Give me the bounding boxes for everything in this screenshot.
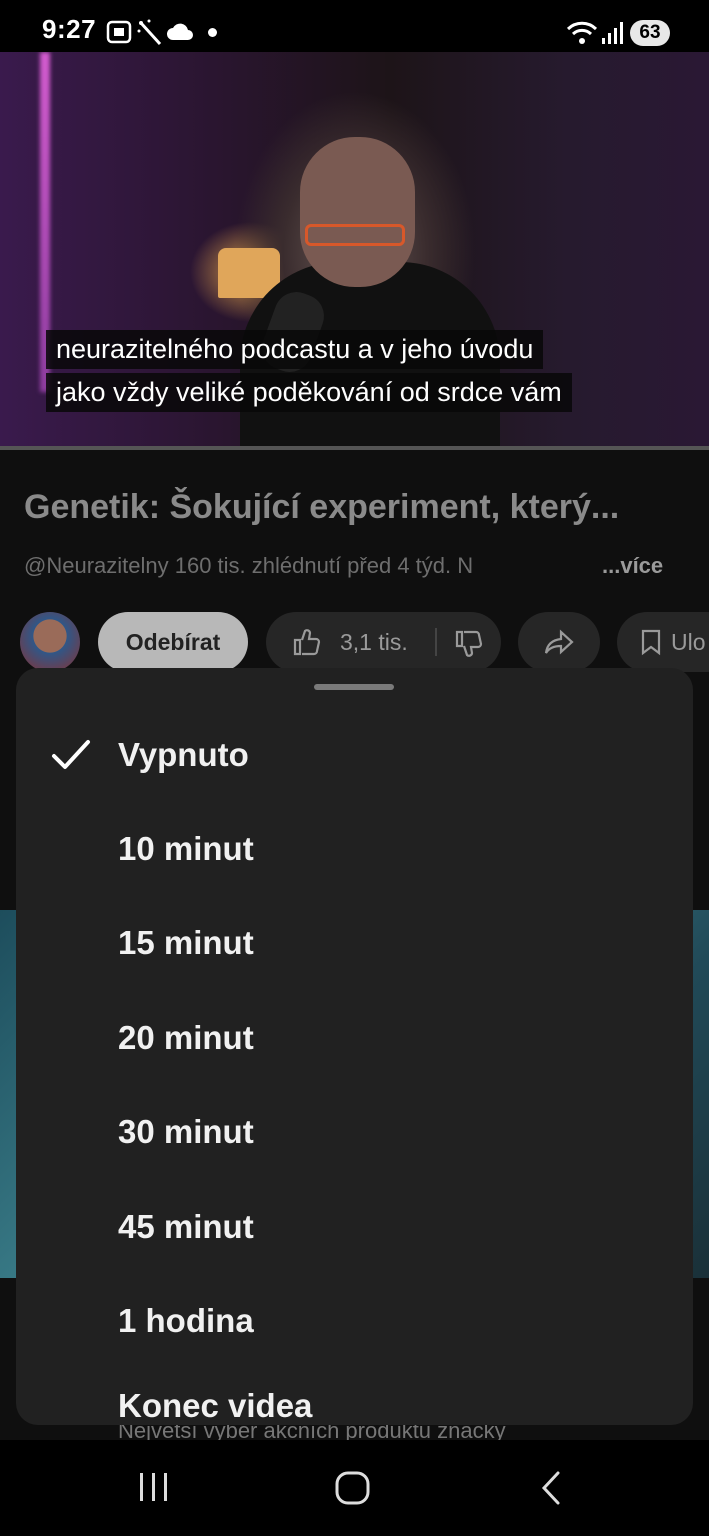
video-progress-bar[interactable]	[0, 446, 709, 450]
recent-apps-icon[interactable]	[136, 1470, 172, 1504]
share-button[interactable]	[518, 612, 600, 672]
wifi-icon	[566, 21, 598, 44]
checkmark-icon	[52, 740, 90, 769]
caption-line-2: jako vždy veliké poděkování od srdce vám	[46, 373, 572, 412]
option-label: 10 minut	[118, 830, 254, 867]
like-divider	[435, 628, 437, 656]
video-meta: @Neurazitelny 160 tis. zhlédnutí před 4 …	[24, 553, 474, 578]
back-icon[interactable]	[538, 1470, 566, 1506]
like-count: 3,1 tis.	[340, 629, 408, 655]
option-10-minut[interactable]: 10 minut	[16, 802, 693, 896]
sleep-timer-sheet: Vypnuto 10 minut 15 minut 20 minut 30 mi…	[16, 668, 693, 1425]
option-label: 1 hodina	[118, 1302, 254, 1339]
sheet-drag-handle[interactable]	[314, 684, 394, 690]
caption-line-1: neurazitelného podcastu a v jeho úvodu	[46, 330, 544, 369]
magic-wand-icon	[137, 19, 162, 46]
option-30-minut[interactable]: 30 minut	[16, 1085, 693, 1179]
option-label: 15 minut	[118, 924, 254, 961]
cloud-icon	[167, 23, 193, 40]
video-title[interactable]: Genetik: Šokující experiment, který...	[24, 488, 619, 527]
option-label: 30 minut	[118, 1113, 254, 1150]
share-icon	[544, 629, 574, 655]
navigation-bar	[0, 1440, 709, 1536]
video-player[interactable]: neurazitelného podcastu a v jeho úvodu j…	[0, 52, 709, 450]
video-frame-head	[300, 137, 415, 287]
status-bar: 9:27 63	[0, 0, 709, 56]
battery-indicator: 63	[630, 20, 670, 46]
screenshot-icon	[106, 20, 132, 44]
thumbs-down-icon[interactable]	[454, 630, 484, 658]
option-label: 45 minut	[118, 1208, 254, 1245]
option-45-minut[interactable]: 45 minut	[16, 1180, 693, 1274]
status-time: 9:27	[42, 14, 97, 44]
subscribe-button[interactable]: Odebírat	[98, 612, 248, 672]
video-frame-glasses	[305, 224, 405, 246]
notification-dot-icon	[208, 28, 217, 37]
home-icon[interactable]	[334, 1470, 372, 1506]
channel-avatar[interactable]	[20, 612, 80, 672]
option-label: Konec videa	[118, 1387, 313, 1424]
thumbs-up-icon[interactable]	[292, 628, 322, 656]
like-dislike-button[interactable]: 3,1 tis.	[266, 612, 501, 672]
save-button[interactable]: Ulo	[617, 612, 709, 672]
option-label: Vypnuto	[118, 736, 249, 773]
option-15-minut[interactable]: 15 minut	[16, 896, 693, 990]
save-label: Ulo	[671, 629, 706, 655]
option-20-minut[interactable]: 20 minut	[16, 991, 693, 1085]
option-1-hodina[interactable]: 1 hodina	[16, 1274, 693, 1368]
option-vypnuto[interactable]: Vypnuto	[16, 708, 693, 802]
signal-icon	[602, 22, 623, 44]
bookmark-icon	[641, 629, 661, 656]
option-konec-videa[interactable]: Konec videa	[16, 1359, 693, 1425]
more-link[interactable]: ...více	[602, 553, 663, 579]
option-label: 20 minut	[118, 1019, 254, 1056]
